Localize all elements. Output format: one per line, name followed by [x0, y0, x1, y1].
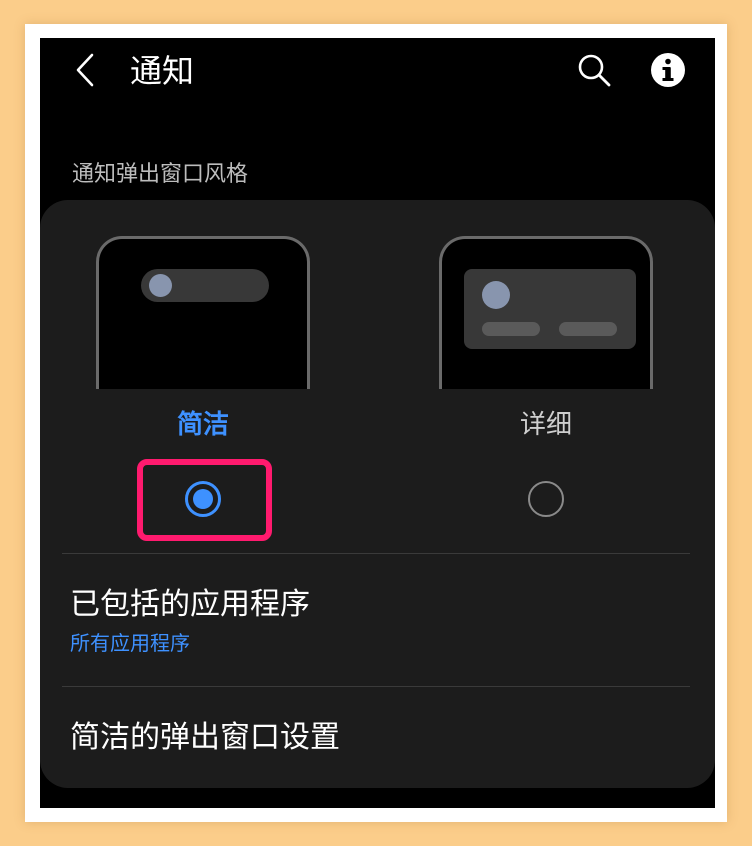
phone-screen: 通知 通知弹出窗口风格 简洁 详细 已包括的应用程序 所有应用程序 简洁的弹出窗…	[40, 38, 715, 808]
chevron-left-icon	[76, 53, 94, 87]
page-title: 通知	[130, 52, 195, 90]
brief-style-preview[interactable]	[96, 236, 310, 389]
divider	[62, 553, 690, 554]
info-button[interactable]	[649, 51, 687, 89]
section-header: 通知弹出窗口风格	[72, 162, 249, 187]
settings-card: 简洁 详细 已包括的应用程序 所有应用程序 简洁的弹出窗口设置	[40, 200, 715, 788]
avatar-dot	[149, 274, 172, 297]
included-apps-title[interactable]: 已包括的应用程序	[70, 585, 310, 625]
divider	[62, 686, 690, 687]
action-bar	[482, 322, 540, 336]
brief-popup-settings-item[interactable]: 简洁的弹出窗口设置	[70, 718, 340, 758]
included-apps-value[interactable]: 所有应用程序	[70, 629, 190, 657]
detailed-style-label[interactable]: 详细	[439, 408, 653, 442]
brief-popup-illustration	[141, 269, 269, 302]
brief-style-label[interactable]: 简洁	[96, 408, 310, 442]
avatar-dot	[482, 281, 510, 309]
highlight-box	[137, 459, 272, 541]
action-bar	[559, 322, 617, 336]
info-icon	[651, 53, 685, 87]
search-button[interactable]	[576, 52, 612, 88]
back-button[interactable]	[68, 50, 102, 90]
detailed-style-preview[interactable]	[439, 236, 653, 389]
detailed-popup-illustration	[464, 269, 636, 349]
top-app-bar: 通知	[40, 38, 715, 108]
search-icon	[578, 54, 611, 87]
detailed-style-radio[interactable]	[528, 481, 564, 517]
